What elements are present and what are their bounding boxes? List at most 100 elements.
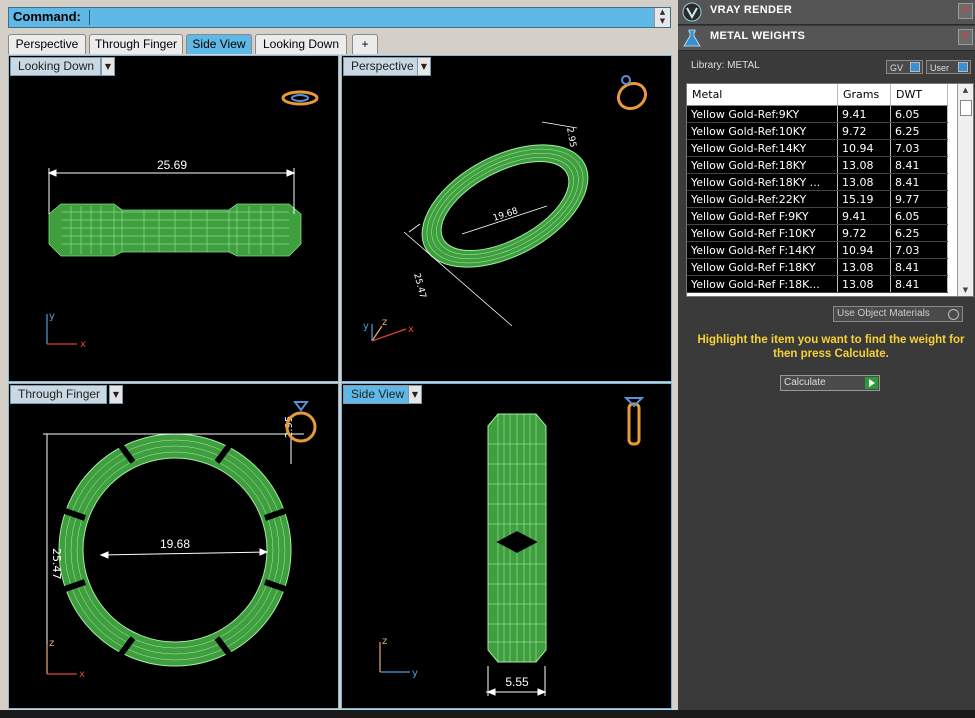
- scroll-up-icon[interactable]: ▲: [958, 84, 973, 96]
- tab-through-finger[interactable]: Through Finger: [89, 34, 183, 54]
- metal-cell: Yellow Gold-Ref F:10KY: [687, 224, 838, 242]
- column-header-dwt[interactable]: DWT: [890, 84, 948, 106]
- add-tab-button[interactable]: +: [352, 34, 378, 54]
- viewport-label-perspective[interactable]: Perspective: [343, 57, 421, 76]
- viewport-looking-down[interactable]: 25.69 y x Looking Down ▼: [8, 55, 339, 382]
- metal-cell: Yellow Gold-Ref:9KY: [687, 105, 838, 123]
- table-row[interactable]: Yellow Gold-Ref:10KY 9.72 6.25: [687, 122, 948, 140]
- grams-cell: 9.72: [837, 122, 891, 140]
- chevron-down-icon[interactable]: ▼: [109, 385, 123, 404]
- dwt-cell: 6.05: [890, 207, 948, 225]
- command-input[interactable]: [89, 10, 657, 25]
- grams-cell: 9.41: [837, 105, 891, 123]
- table-row[interactable]: Yellow Gold-Ref:18KY ... 13.08 8.41: [687, 173, 948, 191]
- table-row[interactable]: Yellow Gold-Ref:9KY 9.41 6.05: [687, 105, 948, 123]
- table-row[interactable]: Yellow Gold-Ref F:18K... 13.08 8.41: [687, 275, 948, 293]
- chevron-down-icon[interactable]: ▼: [408, 385, 422, 404]
- metal-weights-table[interactable]: Metal Grams DWT Yellow Gold-Ref:9KY 9.41 6…: [686, 83, 974, 297]
- dwt-cell: 9.77: [890, 190, 948, 208]
- table-scrollbar[interactable]: ▲ ▼: [957, 84, 973, 296]
- dwt-cell: 6.05: [890, 105, 948, 123]
- column-header-metal[interactable]: Metal: [687, 84, 838, 106]
- metal-weights-title: METAL WEIGHTS: [710, 30, 806, 42]
- dimension-outer: 25.47: [411, 272, 427, 299]
- metal-cell: Yellow Gold-Ref F:18K...: [687, 275, 838, 293]
- axis-label-y: y: [49, 311, 55, 322]
- metal-cell: Yellow Gold-Ref:14KY: [687, 139, 838, 157]
- calculate-button[interactable]: Calculate: [780, 375, 880, 391]
- metal-cell: Yellow Gold-Ref:10KY: [687, 122, 838, 140]
- user-toggle[interactable]: User: [926, 60, 971, 74]
- grams-cell: 13.08: [837, 258, 891, 276]
- tab-perspective[interactable]: Perspective: [8, 34, 86, 54]
- metal-cell: Yellow Gold-Ref:22KY: [687, 190, 838, 208]
- dwt-cell: 8.41: [890, 258, 948, 276]
- close-icon[interactable]: ✕: [958, 3, 973, 19]
- table-row[interactable]: Yellow Gold-Ref F:9KY 9.41 6.05: [687, 207, 948, 225]
- grams-cell: 13.08: [837, 156, 891, 174]
- dimension-inner: 19.68: [160, 537, 190, 551]
- gv-toggle[interactable]: GV: [886, 60, 923, 74]
- grams-cell: 13.08: [837, 275, 891, 293]
- radio-icon[interactable]: [948, 309, 959, 320]
- library-label: Library: METAL: [691, 60, 760, 71]
- vray-render-header[interactable]: VRAY RENDER ✕: [678, 0, 975, 25]
- instruction-text: Highlight the item you want to find the …: [697, 334, 965, 360]
- table-row[interactable]: Yellow Gold-Ref F:18KY 13.08 8.41: [687, 258, 948, 276]
- gv-label: GV: [890, 63, 904, 73]
- through-finger-wireframe: 19.68 25.47 2.95 z x: [43, 401, 317, 680]
- axis-label-y: y: [412, 668, 418, 679]
- metal-weights-header[interactable]: METAL WEIGHTS ✕: [678, 26, 975, 51]
- metal-cell: Yellow Gold-Ref F:14KY: [687, 241, 838, 259]
- chevron-down-icon[interactable]: ▼: [101, 57, 115, 76]
- metal-cell: Yellow Gold-Ref:18KY: [687, 156, 838, 174]
- table-row[interactable]: Yellow Gold-Ref:22KY 15.19 9.77: [687, 190, 948, 208]
- scroll-up-icon[interactable]: ▲: [655, 8, 670, 17]
- table-row[interactable]: Yellow Gold-Ref F:10KY 9.72 6.25: [687, 224, 948, 242]
- scroll-thumb[interactable]: [960, 100, 972, 116]
- viewport-perspective[interactable]: 19.68 2.95 25.47 y z x Perspective ▼: [341, 55, 672, 382]
- scroll-down-icon[interactable]: ▼: [958, 284, 973, 296]
- close-icon[interactable]: ✕: [958, 29, 973, 45]
- viewport-label-through-finger[interactable]: Through Finger: [10, 385, 108, 404]
- toggle-icon: [910, 62, 920, 72]
- dwt-cell: 7.03: [890, 139, 948, 157]
- chevron-down-icon[interactable]: ▼: [417, 57, 431, 76]
- axis-label-x: x: [79, 669, 85, 680]
- dwt-cell: 6.25: [890, 224, 948, 242]
- dwt-cell: 7.03: [890, 241, 948, 259]
- vray-render-title: VRAY RENDER: [710, 4, 793, 16]
- axis-label-x: x: [408, 324, 414, 335]
- axis-label-z: z: [382, 636, 387, 647]
- ring-thumbnail-icon: [616, 75, 648, 111]
- dwt-cell: 8.41: [890, 173, 948, 191]
- tab-side-view[interactable]: Side View: [186, 34, 252, 54]
- looking-down-wireframe: 25.69 y x: [46, 90, 319, 350]
- flask-icon: [683, 29, 701, 47]
- command-bar: Command: ▲ ▼: [8, 7, 671, 28]
- dwt-cell: 8.41: [890, 275, 948, 293]
- side-view-wireframe: 5.55 z y: [379, 397, 645, 696]
- column-header-grams[interactable]: Grams: [837, 84, 891, 106]
- table-row[interactable]: Yellow Gold-Ref:18KY 13.08 8.41: [687, 156, 948, 174]
- dimension-thickness: 2.95: [564, 127, 577, 148]
- metal-cell: Yellow Gold-Ref F:9KY: [687, 207, 838, 225]
- metal-table: Metal Grams DWT Yellow Gold-Ref:9KY 9.41 6…: [687, 84, 948, 293]
- viewport-area: 25.69 y x Looking Down ▼ 19.68 2.95 25.4…: [6, 54, 673, 710]
- grams-cell: 10.94: [837, 139, 891, 157]
- dimension-width: 25.69: [157, 158, 187, 172]
- viewport-label-side-view[interactable]: Side View: [343, 385, 412, 404]
- grams-cell: 9.72: [837, 224, 891, 242]
- use-object-materials-option[interactable]: Use Object Materials: [833, 306, 963, 322]
- viewport-side-view[interactable]: 5.55 z y Side View ▼: [341, 383, 672, 709]
- viewport-label-looking-down[interactable]: Looking Down: [10, 57, 102, 76]
- vray-logo-icon: [682, 2, 702, 22]
- tab-looking-down[interactable]: Looking Down: [255, 34, 347, 54]
- viewport-through-finger[interactable]: 19.68 25.47 2.95 z x Through Finger ▼: [8, 383, 339, 709]
- ring-thumbnail-icon: [281, 90, 319, 106]
- table-row[interactable]: Yellow Gold-Ref F:14KY 10.94 7.03: [687, 241, 948, 259]
- scroll-down-icon[interactable]: ▼: [655, 17, 670, 26]
- table-row[interactable]: Yellow Gold-Ref:14KY 10.94 7.03: [687, 139, 948, 157]
- command-scrollbar[interactable]: ▲ ▼: [654, 8, 670, 27]
- perspective-wireframe: 19.68 2.95 25.47 y z x: [363, 75, 648, 342]
